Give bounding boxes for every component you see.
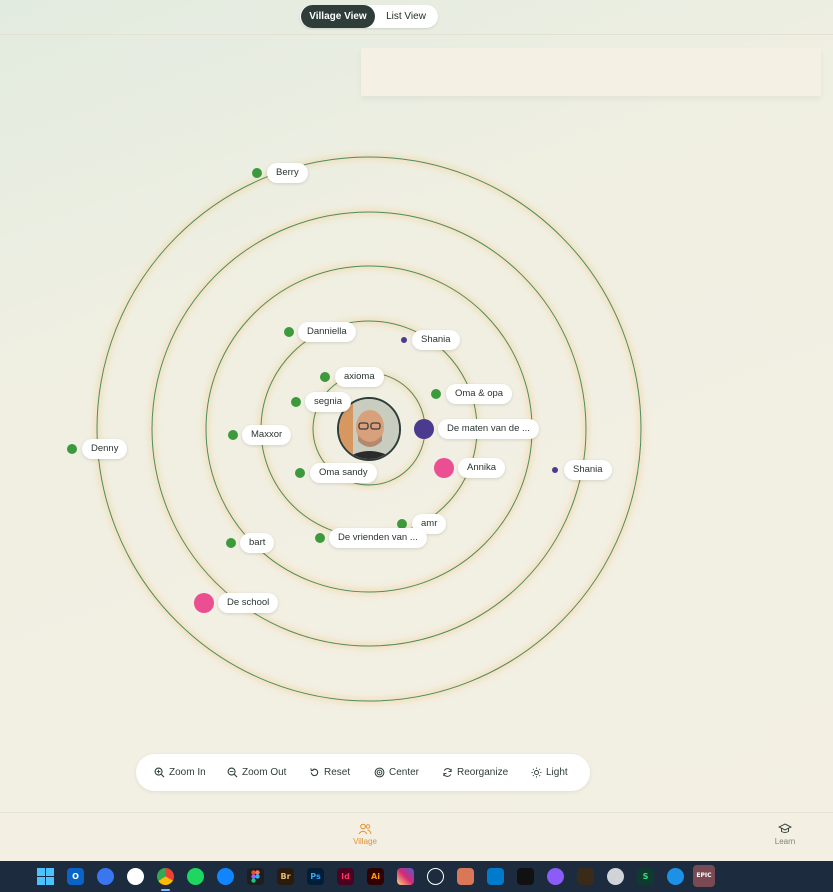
person-label-de-vrienden[interactable]: De vrienden van ... — [329, 528, 427, 548]
sun-icon — [531, 767, 542, 778]
graduation-cap-icon — [778, 823, 792, 833]
vscode-icon[interactable] — [487, 868, 504, 885]
person-label-bart[interactable]: bart — [240, 533, 275, 553]
zoom-out-label: Zoom Out — [242, 767, 287, 778]
person-label-shania-1[interactable]: Shania — [412, 330, 460, 350]
figma-icon[interactable] — [247, 868, 264, 885]
spotify-icon[interactable] — [187, 868, 204, 885]
center-button[interactable]: Center — [374, 754, 419, 791]
person-label-oma-sandy[interactable]: Oma sandy — [310, 463, 377, 483]
zoom-out-button[interactable]: Zoom Out — [227, 754, 286, 791]
chrome-active-indicator — [161, 889, 170, 891]
person-dot-danniella[interactable] — [284, 327, 294, 337]
app-circle-icon[interactable] — [607, 868, 624, 885]
person-label-segnia[interactable]: segnia — [305, 392, 351, 412]
person-dot-berry[interactable] — [252, 168, 262, 178]
docker-icon[interactable] — [667, 868, 684, 885]
claude-icon[interactable] — [457, 868, 474, 885]
person-dot-de-maten[interactable] — [414, 419, 434, 439]
instagram-icon[interactable] — [397, 868, 414, 885]
person-label-shania-2[interactable]: Shania — [564, 460, 612, 480]
notion-icon[interactable] — [517, 868, 534, 885]
person-label-oma-opa[interactable]: Oma & opa — [446, 384, 513, 404]
target-icon — [374, 767, 385, 778]
person-dot-de-vrienden[interactable] — [315, 533, 325, 543]
person-label-denny[interactable]: Denny — [82, 439, 128, 459]
zoom-in-label: Zoom In — [169, 767, 206, 778]
app-orange-icon[interactable] — [577, 868, 594, 885]
person-dot-denny[interactable] — [67, 444, 77, 454]
reset-label: Reset — [324, 767, 351, 778]
person-dot-annika[interactable] — [434, 458, 454, 478]
bridge-icon[interactable]: Br — [277, 868, 294, 885]
person-label-de-maten[interactable]: De maten van de ... — [438, 419, 539, 439]
nav-village[interactable]: Village — [335, 813, 395, 846]
person-dot-maxxor[interactable] — [228, 430, 238, 440]
outlook-icon[interactable]: O — [67, 868, 84, 885]
windows-start-icon[interactable] — [37, 868, 54, 885]
person-label-berry[interactable]: Berry — [267, 163, 308, 183]
person-label-danniella[interactable]: Danniella — [298, 322, 356, 342]
person-dot-oma-opa[interactable] — [431, 389, 441, 399]
person-dot-segnia[interactable] — [291, 397, 301, 407]
indesign-icon[interactable]: Id — [337, 868, 354, 885]
person-label-axioma[interactable]: axioma — [335, 367, 384, 387]
reset-icon — [310, 768, 319, 776]
person-dot-axioma[interactable] — [320, 372, 330, 382]
person-dot-de-school[interactable] — [194, 593, 214, 613]
github-icon[interactable] — [547, 868, 564, 885]
bluesky-icon[interactable] — [217, 868, 234, 885]
person-dot-shania-2[interactable] — [552, 467, 558, 473]
nav-learn[interactable]: Learn — [755, 813, 815, 846]
refresh-icon — [443, 768, 452, 777]
map-toolbar: Zoom In Zoom Out Reset Center Reorganize… — [136, 754, 590, 791]
person-dot-bart[interactable] — [226, 538, 236, 548]
zoom-in-button[interactable]: Zoom In — [154, 754, 206, 791]
person-label-maxxor[interactable]: Maxxor — [242, 425, 292, 445]
signal-icon[interactable] — [97, 868, 114, 885]
reorganize-button[interactable]: Reorganize — [442, 754, 508, 791]
reorganize-label: Reorganize — [457, 767, 509, 778]
illustrator-icon[interactable]: Ai — [367, 868, 384, 885]
person-label-de-school[interactable]: De school — [218, 593, 279, 613]
photoshop-icon[interactable]: Ps — [307, 868, 324, 885]
epic-games-icon[interactable]: EPIC — [693, 865, 715, 887]
os-taskbar: O Br Ps Id Ai S EPIC — [0, 861, 833, 892]
chatgpt-icon[interactable] — [427, 868, 444, 885]
center-label: Center — [389, 767, 420, 778]
light-label: Light — [546, 767, 568, 778]
zoom-in-icon — [154, 767, 165, 778]
messenger-icon[interactable] — [127, 868, 144, 885]
person-dot-shania-1[interactable] — [401, 337, 407, 343]
reset-button[interactable]: Reset — [309, 754, 350, 791]
person-dot-oma-sandy[interactable] — [295, 468, 305, 478]
users-icon — [358, 823, 372, 835]
light-button[interactable]: Light — [531, 754, 568, 791]
zoom-out-icon — [227, 767, 238, 778]
bottom-nav: Village Learn — [0, 812, 833, 861]
person-label-annika[interactable]: Annika — [458, 458, 506, 478]
app-s-icon[interactable]: S — [637, 868, 654, 885]
nav-village-label: Village — [353, 837, 377, 846]
nav-learn-label: Learn — [774, 837, 796, 846]
chrome-icon[interactable] — [157, 868, 174, 885]
